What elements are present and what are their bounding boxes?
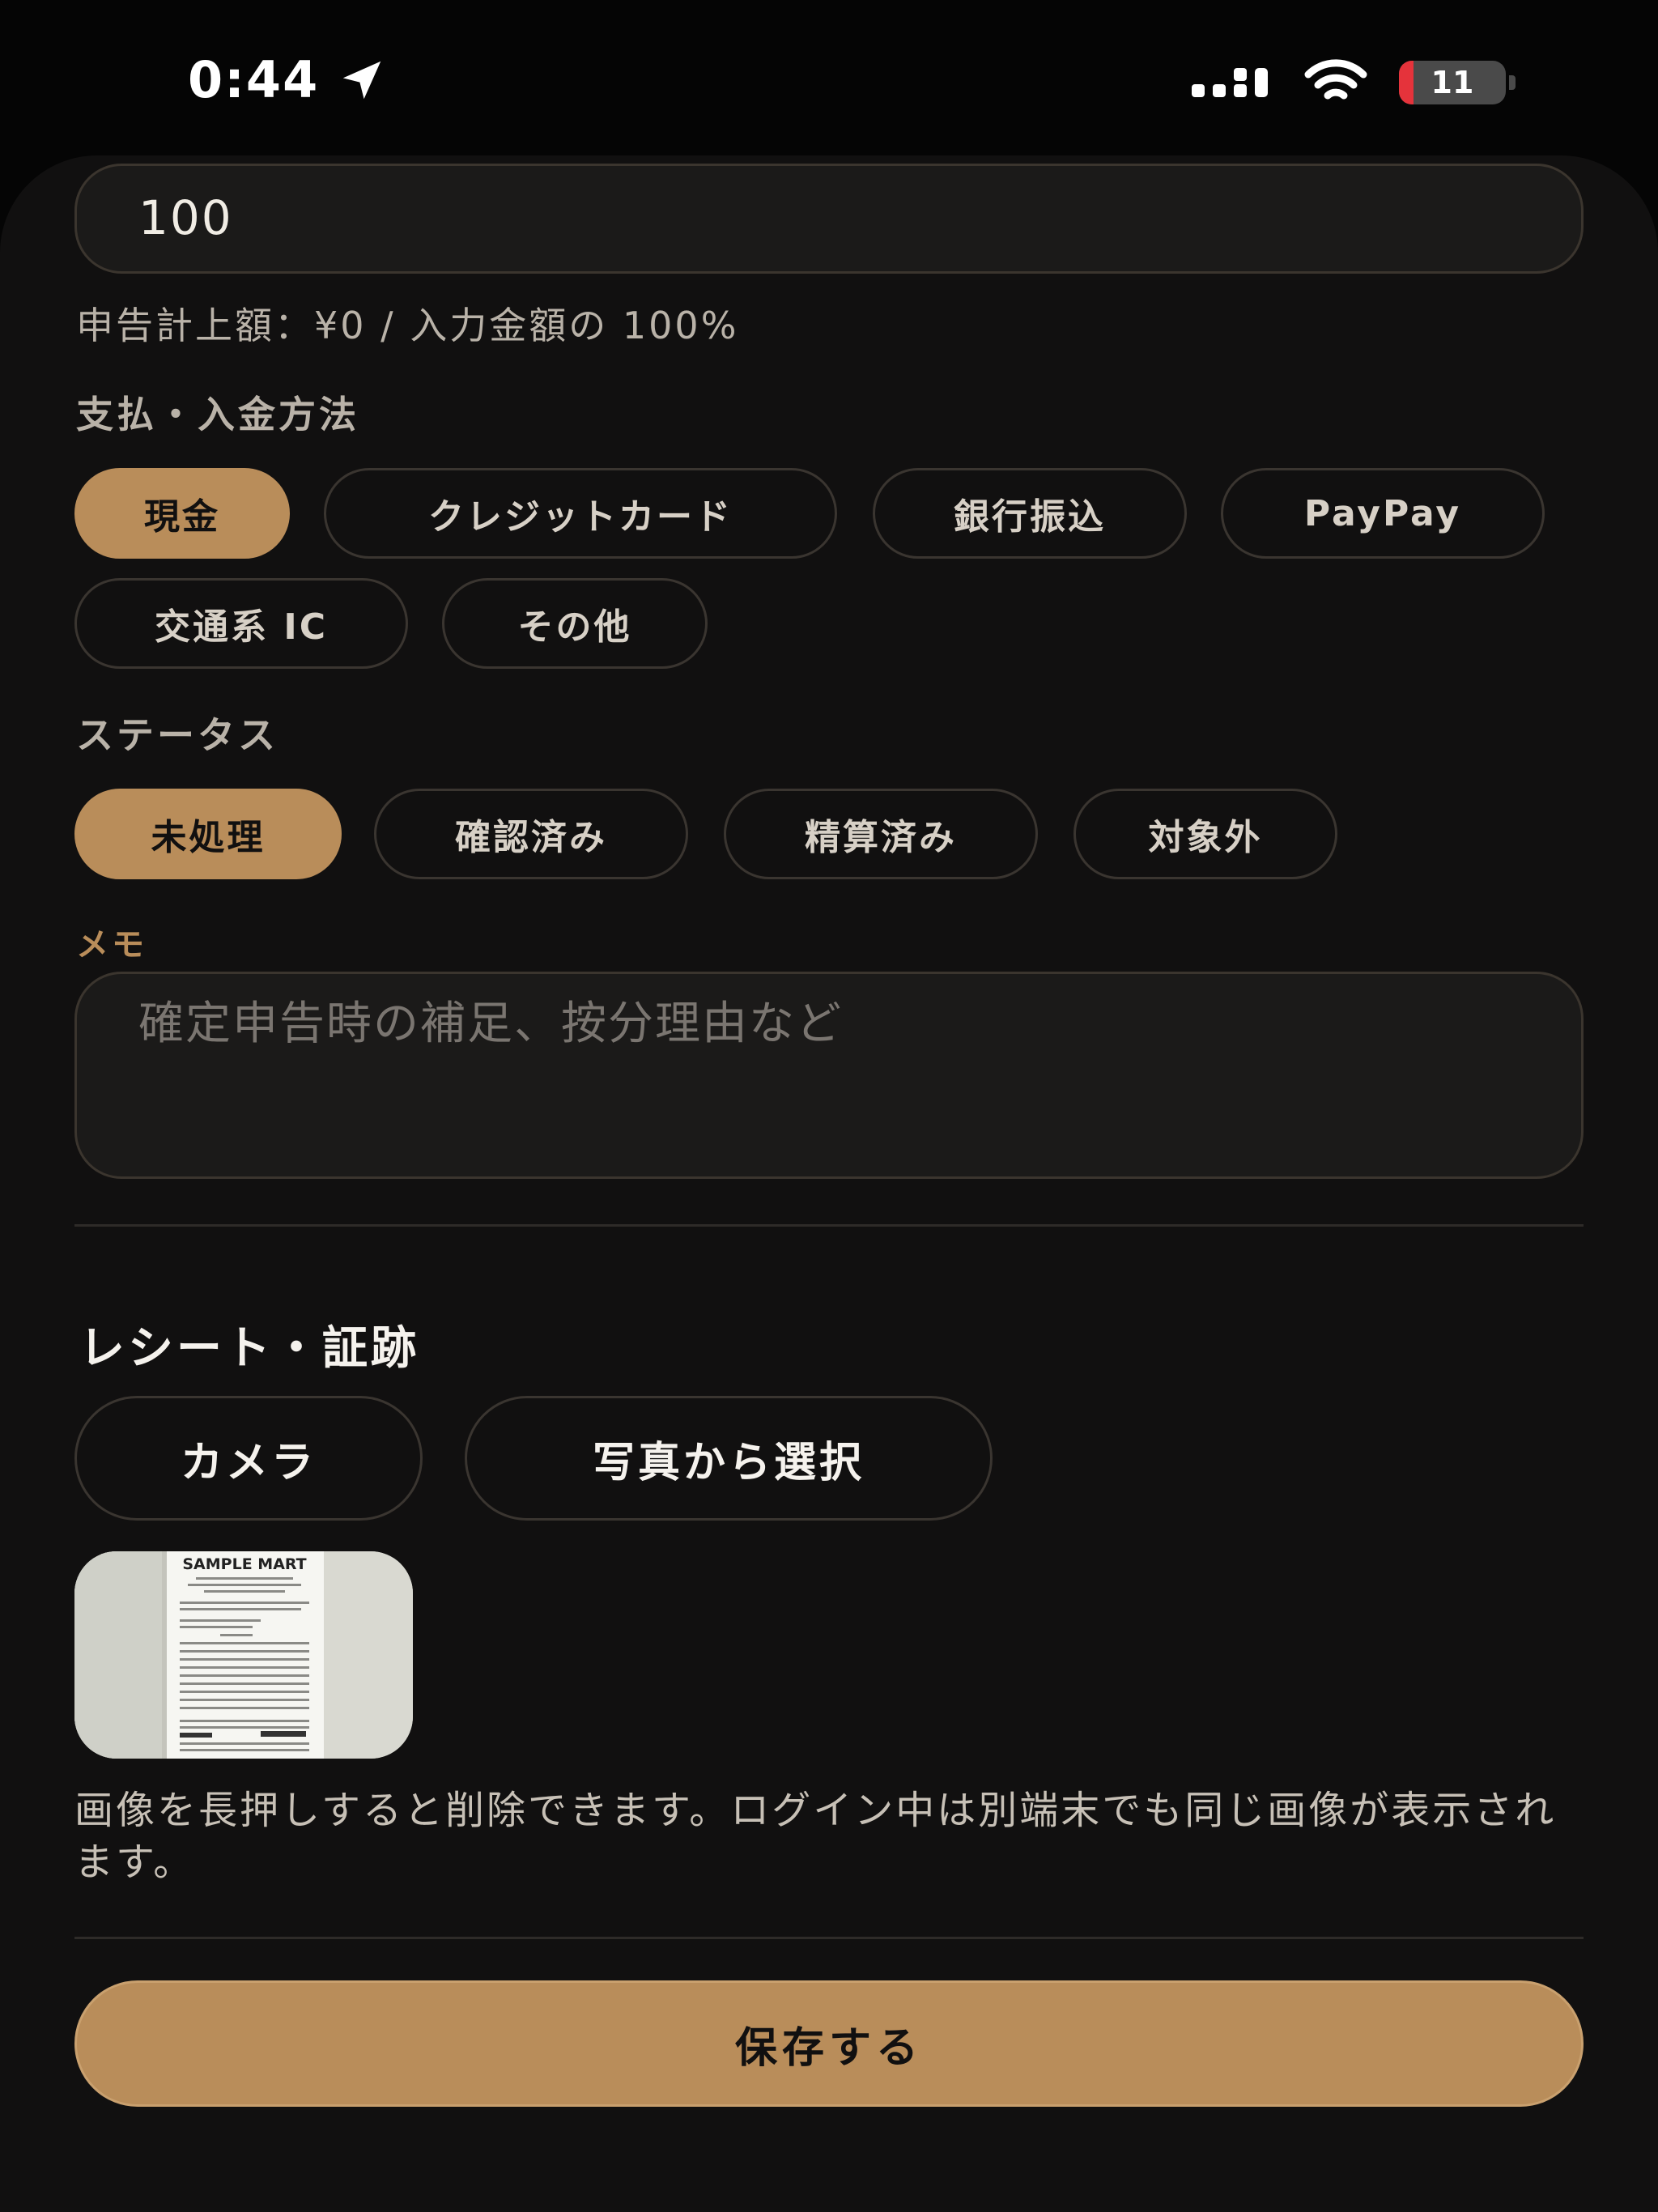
memo-label: メモ [76,926,147,963]
save-button[interactable]: 保存する [74,1980,1584,2107]
payment-chip-credit-card[interactable]: クレジットカード [324,468,837,559]
memo-placeholder: 確定申告時の補足、按分理由など [138,998,843,1050]
payment-chip-paypay[interactable]: PayPay [1221,468,1545,559]
payment-method-label: 支払・入金方法 [76,393,359,436]
section-divider [74,1224,1584,1227]
status-time-text: 0:44 [188,50,320,109]
payment-chip-other[interactable]: その他 [442,578,708,669]
form-sheet [0,155,1658,2212]
payment-chip-bank-transfer[interactable]: 銀行振込 [873,468,1187,559]
status-label: ステータス [76,713,278,757]
camera-button[interactable]: カメラ [74,1396,423,1521]
battery-level: 11 [1431,65,1474,100]
receipt-store-name: SAMPLE MART [182,1555,306,1573]
wifi-icon [1304,59,1367,100]
status-chip-settled[interactable]: 精算済み [724,789,1038,879]
amount-input[interactable]: 100 [74,164,1584,274]
battery-low-fill [1399,61,1414,104]
receipt-image: SAMPLE MART [74,1551,413,1759]
status-indicators: 11 [1192,58,1516,107]
payment-chip-transit-ic[interactable]: 交通系 IC [74,578,408,669]
amount-caption: 申告計上額：¥0 / 入力金額の 100% [76,304,739,347]
status-chip-excluded[interactable]: 対象外 [1073,789,1337,879]
payment-chip-cash[interactable]: 現金 [74,468,290,559]
receipt-help-text: 画像を長押しすると削除できます。ログイン中は別端末でも同じ画像が表示されます。 [74,1788,1557,1885]
battery-tip [1509,75,1516,90]
status-time: 0:44 [188,50,387,109]
memo-input[interactable]: 確定申告時の補足、按分理由など [74,972,1584,1179]
battery-icon: 11 [1399,61,1506,104]
receipt-section-title: レシート・証跡 [79,1322,419,1375]
status-chip-unprocessed[interactable]: 未処理 [74,789,342,879]
amount-value: 100 [138,190,233,245]
footer-divider [74,1937,1584,1939]
select-photo-button[interactable]: 写真から選択 [465,1396,993,1521]
status-bar: 0:44 11 [0,0,1658,162]
status-chip-confirmed[interactable]: 確認済み [374,789,688,879]
location-arrow-icon [342,61,381,99]
receipt-thumbnail[interactable]: SAMPLE MART [74,1551,413,1759]
cellular-signal-icon [1192,68,1268,97]
